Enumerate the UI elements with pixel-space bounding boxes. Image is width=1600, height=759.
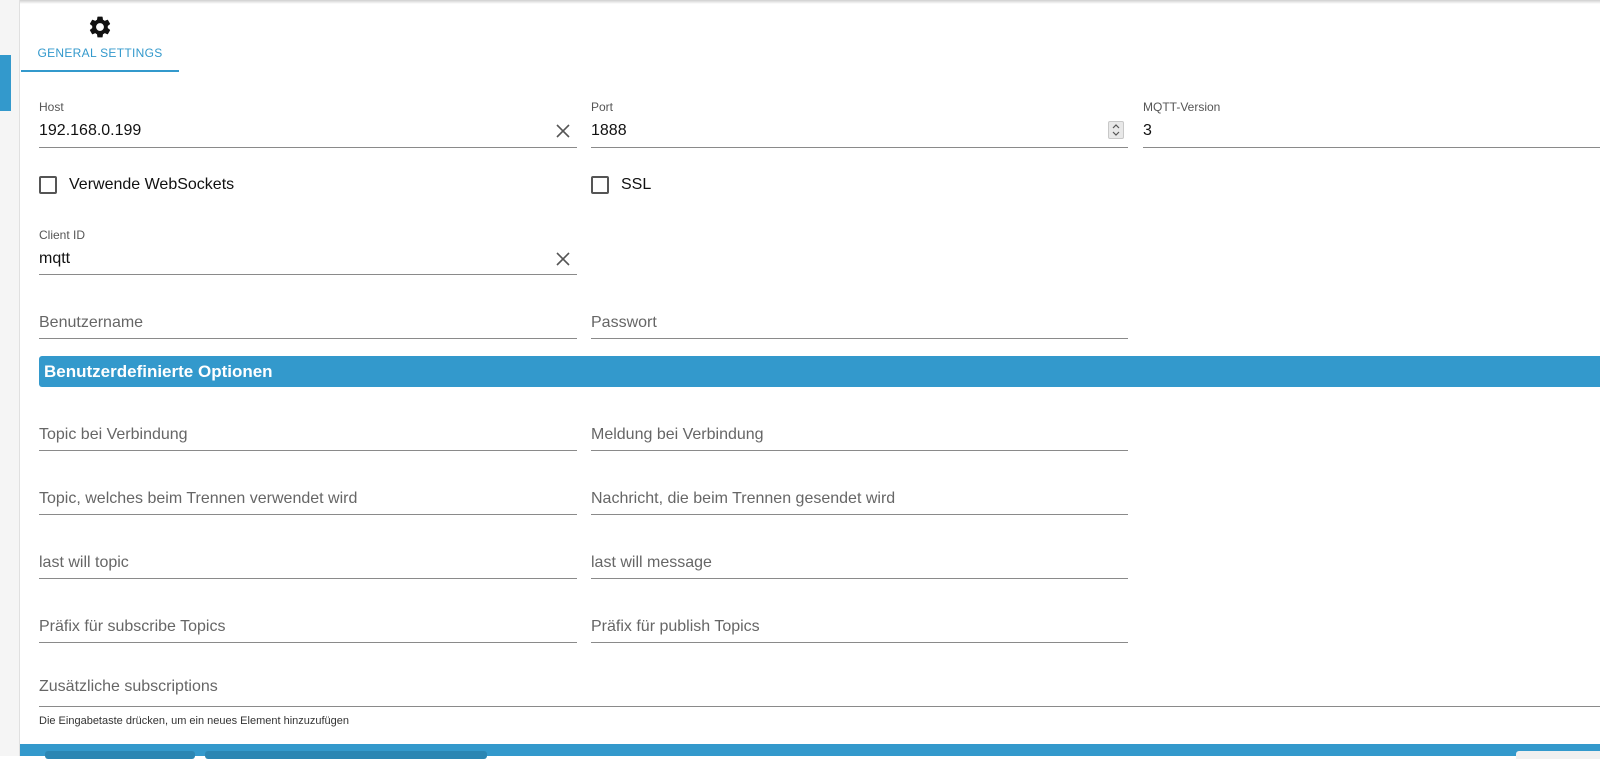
toolbar-button-2[interactable]	[205, 751, 487, 759]
last-will-topic-input[interactable]: last will topic	[39, 554, 129, 572]
publish-prefix-input[interactable]: Präfix für publish Topics	[591, 618, 760, 636]
gear-icon	[89, 16, 111, 38]
host-field[interactable]: Host 192.168.0.199	[39, 98, 577, 148]
tab-general-settings[interactable]: GENERAL SETTINGS	[21, 4, 179, 72]
ssl-label: SSL	[621, 176, 652, 193]
publish-prefix-field[interactable]: Präfix für publish Topics	[591, 614, 1128, 643]
client-id-input[interactable]: mqtt	[39, 250, 70, 268]
subscriptions-field[interactable]: Zusätzliche subscriptions	[39, 674, 1600, 707]
port-field[interactable]: Port 1888	[591, 98, 1128, 148]
connect-topic-input[interactable]: Topic bei Verbindung	[39, 426, 188, 444]
subscribe-prefix-field[interactable]: Präfix für subscribe Topics	[39, 614, 577, 643]
client-id-field[interactable]: Client ID mqtt	[39, 226, 577, 275]
host-label: Host	[39, 100, 64, 114]
connect-message-field[interactable]: Meldung bei Verbindung	[591, 422, 1128, 451]
websockets-checkbox-row[interactable]: Verwende WebSockets	[39, 176, 234, 194]
subscriptions-input[interactable]: Zusätzliche subscriptions	[39, 678, 218, 696]
port-stepper[interactable]	[1108, 121, 1124, 139]
client-id-clear-icon[interactable]	[555, 251, 571, 267]
disconnect-message-input[interactable]: Nachricht, die beim Trennen gesendet wir…	[591, 490, 895, 508]
password-input[interactable]: Passwort	[591, 314, 657, 332]
disconnect-topic-input[interactable]: Topic, welches beim Trennen verwendet wi…	[39, 490, 357, 508]
host-clear-icon[interactable]	[555, 123, 571, 139]
last-will-topic-field[interactable]: last will topic	[39, 550, 577, 579]
last-will-message-input[interactable]: last will message	[591, 554, 712, 572]
password-field[interactable]: Passwort	[591, 310, 1128, 339]
custom-options-title: Benutzerdefinierte Optionen	[44, 362, 273, 381]
websockets-checkbox[interactable]	[39, 176, 57, 194]
left-sidebar-active-marker	[0, 55, 11, 111]
ssl-checkbox-row[interactable]: SSL	[591, 176, 651, 194]
username-field[interactable]: Benutzername	[39, 310, 577, 339]
ssl-checkbox[interactable]	[591, 176, 609, 194]
toolbar-button-1[interactable]	[45, 751, 195, 759]
mqtt-version-select[interactable]: 3	[1143, 122, 1152, 140]
mqtt-version-field[interactable]: MQTT-Version 3	[1143, 98, 1600, 148]
connect-topic-field[interactable]: Topic bei Verbindung	[39, 422, 577, 451]
left-sidebar-strip	[0, 0, 20, 756]
websockets-label: Verwende WebSockets	[69, 176, 235, 193]
chevron-up-down-icon	[1112, 124, 1120, 136]
top-shadow	[20, 0, 1600, 4]
tab-general-settings-label: GENERAL SETTINGS	[37, 46, 163, 60]
port-label: Port	[591, 100, 614, 114]
toolbar-button-right[interactable]	[1516, 751, 1600, 759]
disconnect-message-field[interactable]: Nachricht, die beim Trennen gesendet wir…	[591, 486, 1128, 515]
client-id-label: Client ID	[39, 228, 86, 242]
subscriptions-helper-text: Die Eingabetaste drücken, um ein neues E…	[39, 715, 350, 727]
username-input[interactable]: Benutzername	[39, 314, 143, 332]
connect-message-input[interactable]: Meldung bei Verbindung	[591, 426, 764, 444]
disconnect-topic-field[interactable]: Topic, welches beim Trennen verwendet wi…	[39, 486, 577, 515]
tab-active-indicator	[21, 70, 179, 72]
custom-options-header: Benutzerdefinierte Optionen	[39, 356, 1600, 387]
last-will-message-field[interactable]: last will message	[591, 550, 1128, 579]
subscribe-prefix-input[interactable]: Präfix für subscribe Topics	[39, 618, 225, 636]
mqtt-version-label: MQTT-Version	[1143, 100, 1221, 114]
host-input[interactable]: 192.168.0.199	[39, 122, 141, 140]
port-input[interactable]: 1888	[591, 122, 627, 140]
